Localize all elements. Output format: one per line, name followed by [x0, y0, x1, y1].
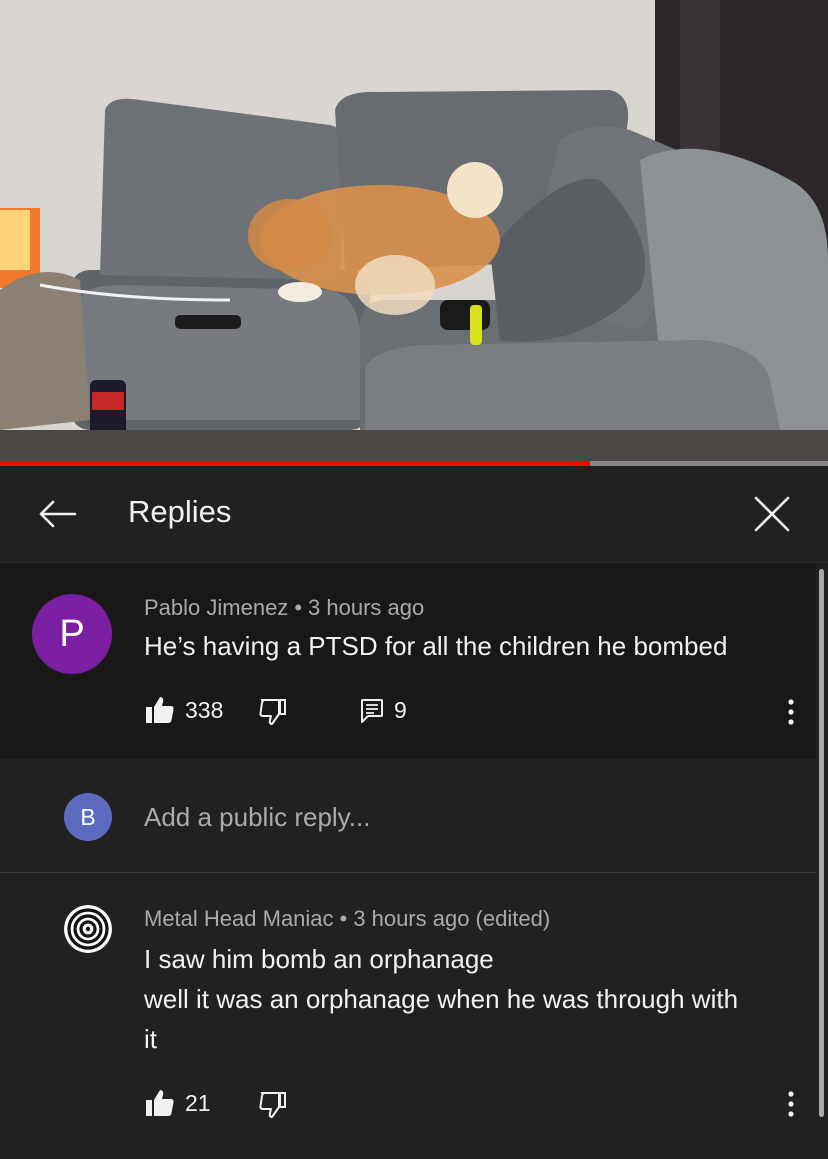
reply-text-line: well it was an orphanage when he was thr…	[144, 984, 739, 1014]
close-icon	[754, 496, 790, 532]
reply-author[interactable]: Metal Head Maniac	[144, 906, 334, 931]
like-button[interactable]: 338	[145, 696, 223, 724]
avatar[interactable]: P	[32, 594, 112, 674]
comment-author[interactable]: Pablo Jimenez	[144, 595, 288, 620]
video-player[interactable]	[0, 0, 828, 466]
avatar-letter: P	[59, 612, 85, 655]
comment-meta: Pablo Jimenez • 3 hours ago	[144, 595, 424, 621]
reply-time: 3 hours ago (edited)	[353, 906, 551, 931]
video-frame	[0, 0, 828, 466]
close-button[interactable]	[744, 490, 800, 538]
reply-comment: Metal Head Maniac • 3 hours ago (edited) I…	[0, 873, 816, 1159]
scrollbar-thumb[interactable]	[819, 569, 824, 1117]
like-count: 338	[185, 696, 224, 723]
thumbs-up-icon	[146, 697, 174, 723]
avatar[interactable]: B	[64, 793, 112, 841]
separator-dot: •	[294, 595, 303, 620]
avatar[interactable]	[64, 905, 112, 953]
dislike-button[interactable]	[258, 698, 288, 726]
like-count: 21	[185, 1089, 211, 1116]
dislike-button[interactable]	[258, 1091, 288, 1119]
reply-text-line: I saw him bomb an orphanage	[144, 944, 494, 974]
replies-header: Replies	[0, 466, 828, 563]
separator-dot: •	[339, 906, 348, 931]
add-reply-bar: B	[0, 759, 816, 873]
thumbs-down-icon	[259, 699, 286, 725]
comment-time: 3 hours ago	[308, 595, 425, 620]
more-vert-icon	[788, 1091, 794, 1117]
reply-meta: Metal Head Maniac • 3 hours ago (edited)	[144, 906, 550, 932]
replies-button[interactable]: 9	[360, 697, 407, 724]
back-button[interactable]	[30, 490, 84, 538]
more-options-button[interactable]	[776, 692, 806, 732]
comment-icon	[361, 698, 383, 723]
parent-comment: P Pablo Jimenez • 3 hours ago He’s having …	[0, 563, 816, 759]
thumbs-down-icon	[259, 1092, 286, 1118]
thumbs-up-icon	[146, 1090, 174, 1116]
more-options-button[interactable]	[776, 1084, 806, 1124]
scrollbar[interactable]	[816, 563, 828, 1159]
avatar-letter: B	[80, 803, 96, 830]
page-title: Replies	[128, 494, 232, 529]
reply-text-line: it	[144, 1024, 157, 1054]
reply-input[interactable]	[144, 793, 784, 841]
reply-count: 9	[394, 697, 407, 723]
more-vert-icon	[788, 699, 794, 725]
arrow-left-icon	[39, 500, 77, 528]
like-button[interactable]: 21	[145, 1089, 211, 1117]
spiral-avatar-icon	[64, 905, 112, 953]
comment-text: He’s having a PTSD for all the children …	[144, 631, 728, 661]
